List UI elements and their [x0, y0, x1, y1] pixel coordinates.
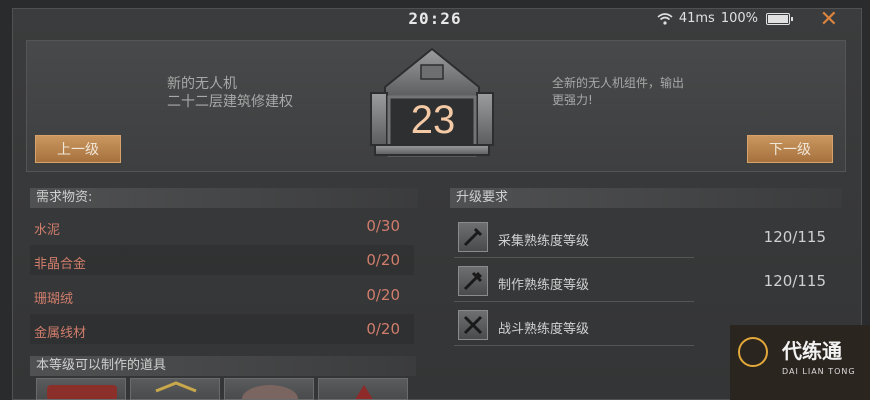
battery-text: 100% [720, 11, 758, 26]
craftable-item-slot[interactable] [130, 378, 220, 400]
materials-header: 需求物资: [30, 188, 418, 208]
craft-icon [458, 266, 488, 296]
watermark-logo: 代练通 DAI LIAN TONG [730, 325, 870, 400]
status-indicators: 41ms 100% [657, 11, 793, 26]
level-number: 23 [410, 98, 456, 142]
battery-icon [766, 12, 793, 25]
current-unlock-desc: 新的无人机 二十二层建筑修建权 [167, 76, 293, 110]
next-level-button[interactable]: 下一级 [747, 135, 833, 163]
watermark-badge-icon [738, 337, 768, 367]
next-unlock-desc: 全新的无人机组件，输出 更强力! [552, 76, 685, 107]
close-icon[interactable]: ✕ [820, 7, 838, 32]
craftable-item-slot[interactable] [224, 378, 314, 400]
requirement-row: 制作熟练度等级 120/115 [454, 262, 844, 302]
craftable-item-slot[interactable] [318, 378, 408, 400]
prev-level-button[interactable]: 上一级 [35, 135, 121, 163]
ping-text: 41ms [678, 11, 715, 26]
level-banner: 新的无人机 二十二层建筑修建权 全新的无人机组件，输出 更强力! 23 上一级 … [26, 40, 846, 172]
material-row: 珊瑚绒 0/20 [34, 286, 400, 307]
wifi-icon [657, 12, 673, 25]
craftable-item-slot[interactable] [36, 378, 126, 400]
material-row: 非晶合金 0/20 [30, 245, 414, 275]
gather-icon [458, 222, 488, 252]
material-row: 金属线材 0/20 [30, 314, 414, 344]
requirements-header: 升级要求 [450, 188, 842, 208]
craftable-header: 本等级可以制作的道具 [30, 356, 416, 376]
combat-icon [458, 310, 488, 340]
requirement-row: 采集熟练度等级 120/115 [454, 218, 844, 258]
material-row: 水泥 0/30 [34, 217, 400, 238]
